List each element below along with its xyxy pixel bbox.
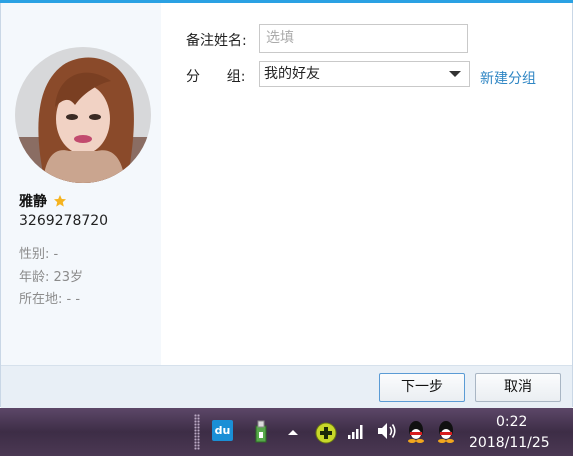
show-hidden-icon[interactable] (287, 428, 299, 436)
remark-label: 备注姓名: (186, 33, 247, 49)
usb-icon[interactable] (254, 420, 268, 444)
baidu-icon[interactable]: du (212, 420, 233, 441)
dialog-footer: 下一步 取消 (1, 365, 572, 408)
group-label: 分 组: (186, 69, 246, 85)
remark-name-input[interactable]: 选填 (259, 24, 468, 53)
next-button[interactable]: 下一步 (379, 373, 465, 402)
clock-date[interactable]: 2018/11/25 (469, 435, 550, 451)
clock-time[interactable]: 0:22 (496, 414, 527, 430)
signal-icon[interactable] (347, 424, 365, 440)
cancel-button[interactable]: 取消 (475, 373, 561, 402)
plus-icon[interactable] (315, 422, 337, 444)
gender-info: 性别: - (19, 247, 59, 262)
qq-icon[interactable] (406, 420, 426, 444)
avatar-image (15, 47, 151, 183)
profile-panel: 雅静 3269278720 性别: - 年龄: 23岁 所在地: - - (1, 3, 162, 365)
remark-name-placeholder: 选填 (266, 30, 294, 46)
profile-name-row: 雅静 (19, 191, 67, 211)
add-friend-dialog: 雅静 3269278720 性别: - 年龄: 23岁 所在地: - - 备注姓… (0, 3, 573, 408)
form-panel: 备注姓名: 选填 分 组: 我的好友 新建分组 (161, 3, 572, 365)
avatar[interactable] (15, 47, 151, 183)
age-info: 年龄: 23岁 (19, 270, 84, 285)
volume-icon[interactable] (376, 421, 398, 441)
group-select-value: 我的好友 (264, 66, 320, 82)
taskbar: du 0:22 2018/11/25 (0, 408, 573, 456)
star-icon[interactable] (53, 194, 67, 208)
qq-number: 3269278720 (19, 213, 109, 229)
baidu-icon-text: du (214, 424, 231, 437)
dropdown-arrow-icon[interactable] (449, 71, 461, 77)
taskbar-grip[interactable] (194, 414, 200, 450)
qq-icon[interactable] (436, 420, 456, 444)
group-select[interactable]: 我的好友 (259, 61, 470, 87)
new-group-link[interactable]: 新建分组 (480, 68, 536, 88)
profile-name: 雅静 (19, 194, 47, 210)
location-info: 所在地: - - (19, 292, 81, 307)
